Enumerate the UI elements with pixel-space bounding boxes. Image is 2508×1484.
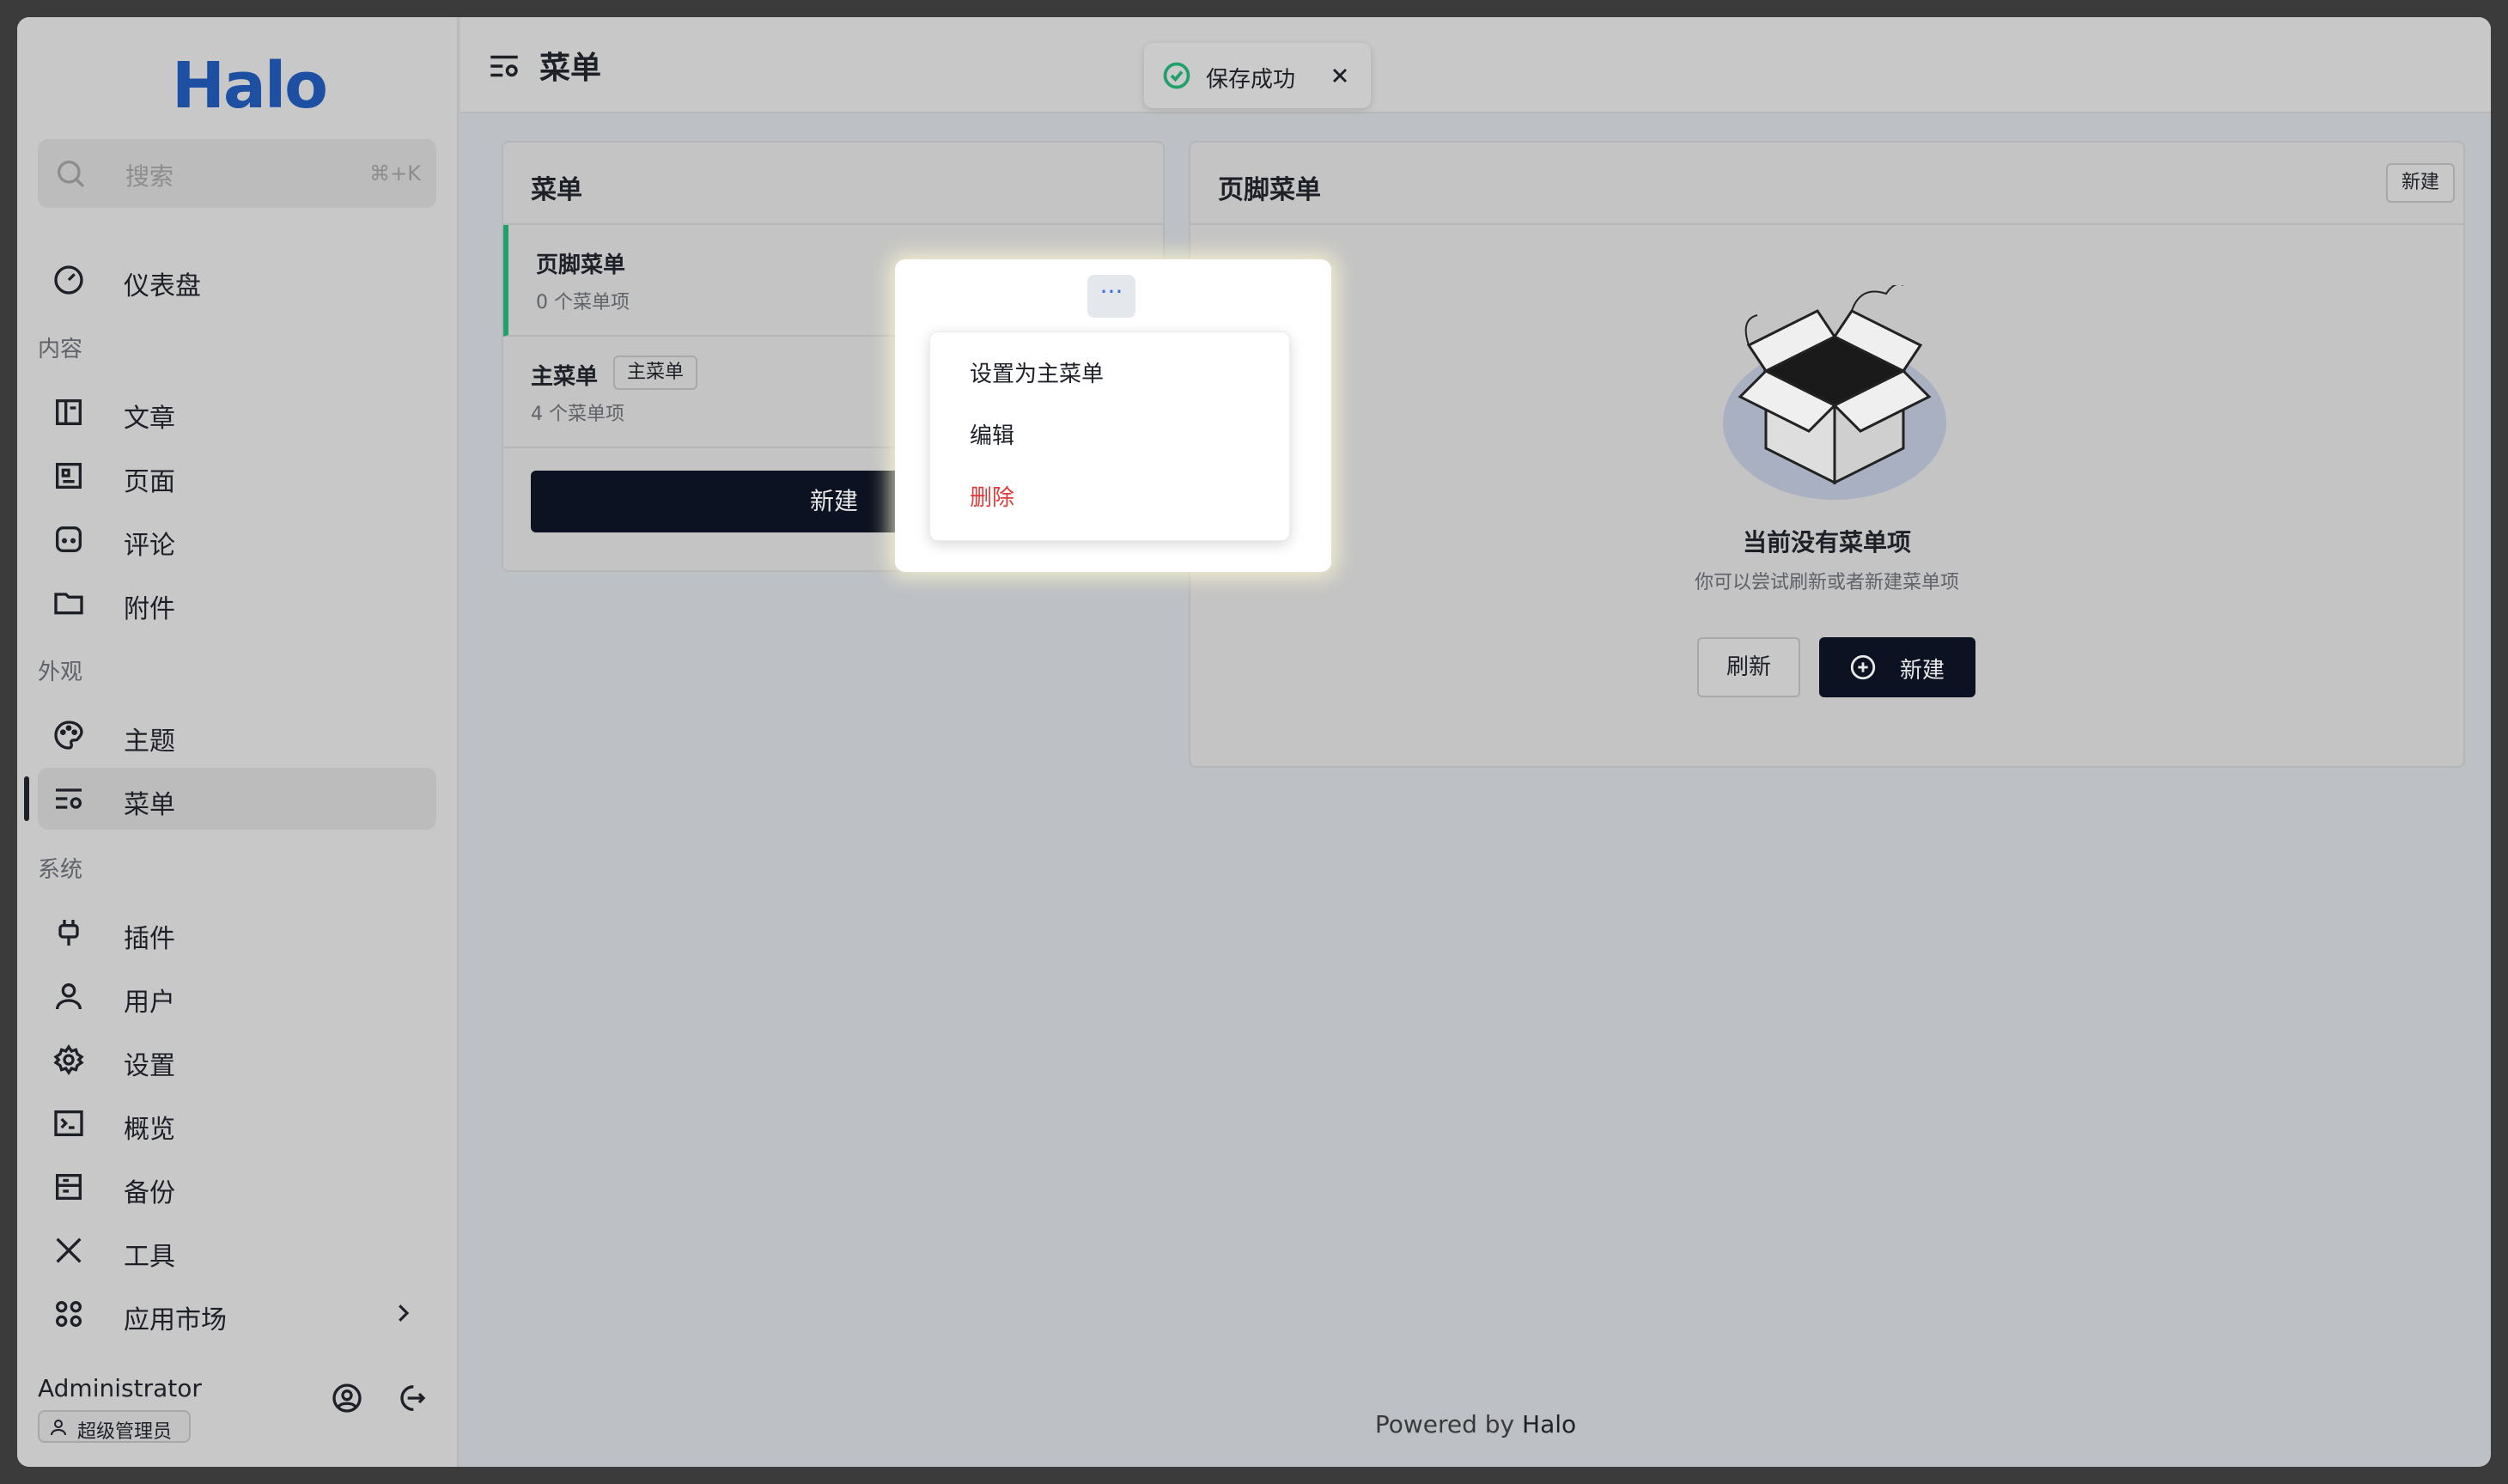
menu-settings-icon — [490, 55, 518, 77]
halo-logo[interactable]: Halo — [163, 43, 335, 129]
section-content: 内容 — [38, 337, 83, 362]
create-menu-item-label: 新建 — [1900, 658, 1945, 684]
sidebar-item-label: 用户 — [124, 988, 175, 1018]
sidebar-item-pages[interactable]: 页面 — [38, 445, 436, 507]
page-header: 菜单 — [460, 17, 2491, 113]
current-user: Administrator 超级管理员 — [38, 1374, 202, 1443]
search-icon — [58, 161, 85, 188]
page-title: 菜单 — [539, 51, 602, 86]
empty-state-subtitle: 你可以尝试刷新或者新建菜单项 — [1694, 572, 1959, 593]
menu-item-count: 4 个菜单项 — [531, 404, 624, 425]
menu-name: 页脚菜单 — [536, 252, 626, 278]
sidebar-item-comments[interactable]: 评论 — [38, 508, 436, 570]
user-icon — [56, 983, 82, 1010]
apps-icon — [56, 1301, 82, 1327]
close-icon[interactable] — [1328, 64, 1352, 88]
menu-items-panel-title: 页脚菜单 — [1218, 175, 1321, 205]
active-indicator — [24, 776, 29, 821]
footer-prefix: Powered by — [1374, 1410, 1515, 1438]
sidebar-item-label: 文章 — [124, 404, 175, 434]
actions-dropdown: 设置为主菜单 编辑 删除 — [929, 331, 1290, 541]
app-window: Halo 搜索 ⌘+K 仪表盘 内容 文章 页面 评论 附件 外观 主题 菜单 … — [17, 17, 2491, 1467]
sidebar-item-label: 工具 — [124, 1242, 175, 1272]
sidebar-item-label: 插件 — [124, 924, 175, 954]
empty-state-title: 当前没有菜单项 — [1742, 528, 1911, 556]
tools-icon — [56, 1238, 82, 1263]
menu-settings-icon — [56, 788, 82, 809]
menus-panel-title: 菜单 — [531, 175, 582, 205]
sidebar-item-app-market[interactable]: 应用市场 — [38, 1283, 436, 1345]
sidebar-item-label: 主题 — [124, 727, 175, 757]
search-placeholder: 搜索 — [125, 162, 174, 191]
sidebar-item-label: 备份 — [124, 1178, 175, 1208]
toast-message: 保存成功 — [1206, 67, 1296, 93]
sidebar-item-posts[interactable]: 文章 — [38, 381, 436, 443]
sidebar-item-label: 页面 — [124, 467, 175, 497]
comment-icon — [56, 526, 82, 552]
section-system: 系统 — [38, 857, 83, 883]
sidebar: Halo 搜索 ⌘+K 仪表盘 内容 文章 页面 评论 附件 外观 主题 菜单 … — [17, 17, 459, 1467]
footer: Powered by Halo — [460, 1410, 2491, 1438]
book-icon — [56, 399, 82, 425]
role-label: 超级管理员 — [77, 1421, 173, 1443]
search-input[interactable]: 搜索 ⌘+K — [38, 139, 436, 208]
palette-icon — [54, 721, 83, 750]
more-actions-button[interactable]: ··· — [1087, 275, 1135, 318]
edit-menu-item[interactable]: 编辑 — [970, 418, 1014, 450]
plus-circle-icon — [1850, 654, 1876, 680]
menu-name: 主菜单 — [531, 364, 599, 390]
section-appearance: 外观 — [38, 660, 83, 685]
create-menu-item-button[interactable]: 新建 — [1819, 637, 1975, 697]
sidebar-item-label: 设置 — [124, 1051, 175, 1081]
sidebar-item-label: 菜单 — [124, 790, 175, 820]
page-icon — [56, 463, 82, 489]
set-primary-menu-item[interactable]: 设置为主菜单 — [970, 356, 1104, 388]
sidebar-item-dashboard[interactable]: 仪表盘 — [38, 249, 436, 311]
sidebar-item-tools[interactable]: 工具 — [38, 1219, 436, 1281]
sidebar-item-settings[interactable]: 设置 — [38, 1029, 436, 1091]
search-shortcut: ⌘+K — [369, 161, 421, 186]
sidebar-item-label: 评论 — [124, 531, 175, 561]
sidebar-item-label: 仪表盘 — [124, 271, 201, 301]
terminal-icon — [54, 1110, 83, 1136]
sidebar-item-users[interactable]: 用户 — [38, 965, 436, 1027]
main-content: 菜单 菜单 页脚菜单 0 个菜单项 主菜单 主菜单 4 个菜单项 新建 页脚菜单… — [460, 17, 2491, 1467]
profile-icon[interactable] — [330, 1381, 364, 1415]
menu-actions-popover: ··· 设置为主菜单 编辑 删除 — [895, 259, 1331, 572]
sidebar-item-overview[interactable]: 概览 — [38, 1092, 436, 1154]
new-menu-item-button[interactable]: 新建 — [2386, 163, 2455, 203]
empty-box-illustration — [1723, 285, 1946, 500]
role-badge: 超级管理员 — [38, 1410, 191, 1443]
sidebar-item-label: 附件 — [124, 594, 175, 624]
user-icon — [51, 1420, 66, 1436]
logout-icon[interactable] — [393, 1381, 428, 1415]
success-toast: 保存成功 — [1144, 43, 1371, 108]
delete-menu-item[interactable]: 删除 — [970, 480, 1014, 512]
menu-item-count: 0 个菜单项 — [536, 292, 630, 313]
footer-brand[interactable]: Halo — [1522, 1410, 1576, 1438]
sidebar-item-themes[interactable]: 主题 — [38, 704, 436, 766]
sidebar-item-label: 概览 — [124, 1115, 175, 1145]
primary-menu-badge: 主菜单 — [613, 356, 698, 390]
menus-panel-header: 菜单 — [503, 143, 1163, 225]
folder-icon — [54, 593, 83, 615]
sidebar-item-menus[interactable]: 菜单 — [38, 768, 436, 830]
plug-icon — [58, 920, 79, 946]
check-circle-icon — [1163, 62, 1190, 89]
gauge-icon — [54, 265, 83, 295]
user-name: Administrator — [38, 1374, 202, 1402]
sidebar-item-label: 应用市场 — [124, 1305, 227, 1335]
sidebar-item-backup[interactable]: 备份 — [38, 1156, 436, 1218]
refresh-button[interactable]: 刷新 — [1697, 637, 1800, 697]
archive-icon — [56, 1174, 82, 1200]
chevron-right-icon — [399, 1305, 410, 1322]
sidebar-item-plugins[interactable]: 插件 — [38, 902, 436, 964]
sidebar-item-attachments[interactable]: 附件 — [38, 572, 436, 634]
menu-items-panel-header: 页脚菜单 新建 — [1190, 143, 2463, 225]
gear-icon — [53, 1043, 84, 1076]
